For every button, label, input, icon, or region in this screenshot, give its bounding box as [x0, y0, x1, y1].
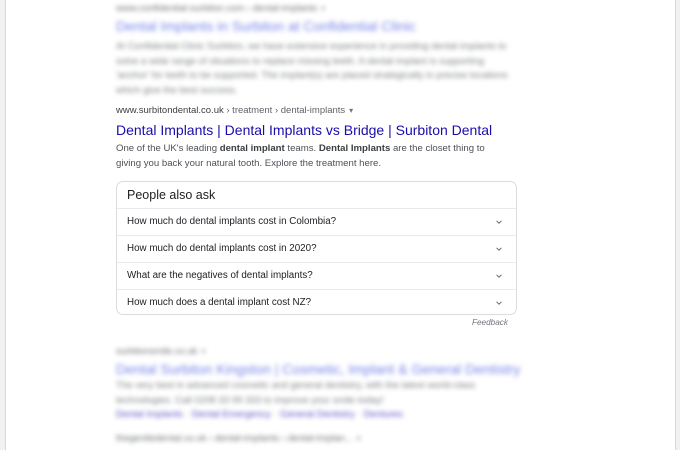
sitelink[interactable]: Dental Emergency	[192, 409, 271, 420]
chevron-down-icon[interactable]	[496, 219, 502, 225]
chevron-down-icon[interactable]	[496, 300, 502, 306]
paa-question-label: How much does a dental implant cost NZ?	[127, 297, 312, 308]
result-sitelinks: Dental Implants · Dental Emergency · General…	[116, 409, 403, 420]
feedback-link[interactable]: Feedback	[472, 318, 508, 327]
sitelink[interactable]: General Dentistry	[280, 409, 355, 420]
cite-url: thegentledental.co.uk › dental-implants …	[116, 433, 353, 444]
search-result-surbiton-dental: www.surbitondental.co.uk › treatment › d…	[116, 104, 536, 171]
caret-down-icon[interactable]: ▾	[321, 4, 325, 13]
result-cite: www.surbitondental.co.uk › treatment › d…	[116, 104, 536, 118]
result-cite: thegentledental.co.uk › dental-implants …	[116, 432, 516, 446]
paa-question-row[interactable]: How much do dental implants cost in Colo…	[117, 209, 516, 236]
chevron-down-icon[interactable]	[496, 273, 502, 279]
cite-path: › treatment › dental-implants	[223, 105, 346, 116]
paa-question-row[interactable]: How much do dental implants cost in 2020…	[117, 236, 516, 263]
paa-question-row[interactable]: What are the negatives of dental implant…	[117, 263, 516, 290]
paa-question-row[interactable]: How much does a dental implant cost NZ?	[117, 290, 516, 316]
caret-down-icon[interactable]: ▾	[201, 347, 205, 356]
search-result-blurred-smile: surbitonsmile.co.uk ▾ Dental Surbiton Kin…	[116, 345, 520, 422]
result-cite: surbitonsmile.co.uk ▾	[116, 345, 516, 359]
paa-question-label: How much do dental implants cost in Colo…	[127, 216, 337, 227]
cite-url: surbitonsmile.co.uk	[116, 346, 198, 357]
cite-domain: www.surbitondental.co.uk	[116, 105, 224, 116]
sitelink[interactable]: Dental Implants	[116, 409, 183, 420]
result-snippet: One of the UK's leading dental implant t…	[116, 143, 485, 169]
chevron-down-icon[interactable]	[496, 246, 502, 252]
cite-url: www.confidential-surbiton.com › dental-i…	[116, 3, 318, 14]
people-also-ask-heading: People also ask	[117, 182, 516, 209]
result-title-link[interactable]: Dental Implants | Dental Implants vs Bri…	[116, 120, 536, 140]
caret-down-icon[interactable]: ▾	[357, 434, 361, 443]
paa-question-label: How much do dental implants cost in 2020…	[127, 243, 317, 254]
result-snippet: At Confidential Clinic Surbiton, we have…	[116, 41, 508, 96]
sitelink[interactable]: Dentures	[364, 409, 403, 420]
caret-down-icon[interactable]: ▾	[349, 106, 353, 115]
people-also-ask-box: People also ask How much do dental impla…	[116, 181, 517, 315]
result-title-link[interactable]: Dental Implants in Surbiton at Confident…	[116, 16, 516, 36]
result-cite: www.confidential-surbiton.com › dental-i…	[116, 2, 516, 16]
result-title-link[interactable]: Dental Surbiton Kingston | Cosmetic, Imp…	[116, 359, 520, 379]
paa-question-label: What are the negatives of dental implant…	[127, 270, 313, 281]
search-result-blurred-gentle: thegentledental.co.uk › dental-implants …	[116, 432, 516, 446]
search-result-blurred-top: www.confidential-surbiton.com › dental-i…	[116, 2, 516, 98]
result-snippet: The very best in advanced cosmetic and g…	[116, 380, 476, 406]
search-results-page: www.confidential-surbiton.com › dental-i…	[5, 0, 676, 450]
